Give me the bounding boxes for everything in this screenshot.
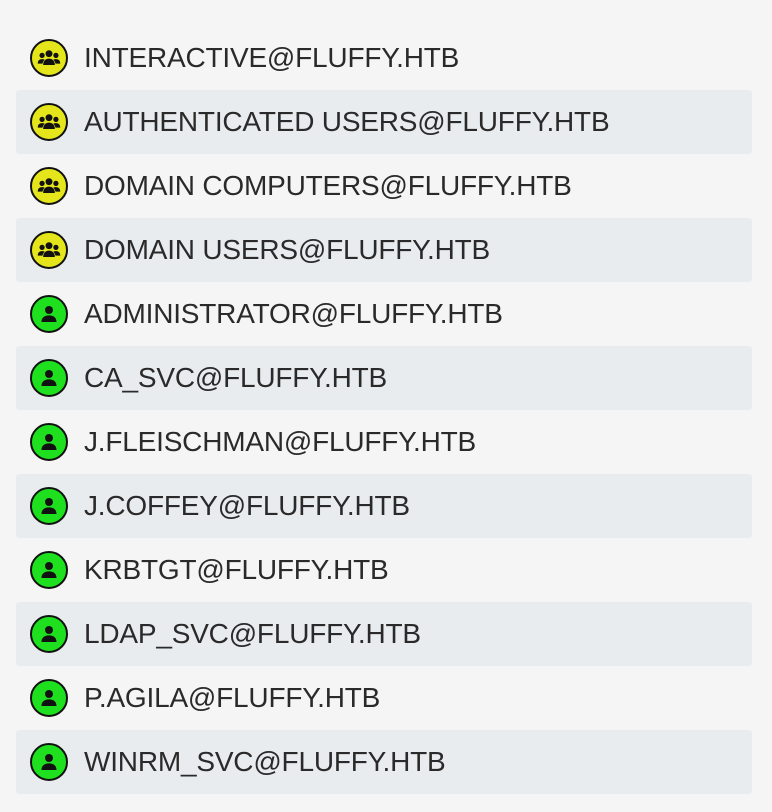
list-item-interactive[interactable]: INTERACTIVE@FLUFFY.HTB [16,26,752,90]
list-item-domain-users[interactable]: DOMAIN USERS@FLUFFY.HTB [16,218,752,282]
node-label: INTERACTIVE@FLUFFY.HTB [84,42,460,73]
node-label: CA_SVC@FLUFFY.HTB [84,362,388,393]
node-label: P.AGILA@FLUFFY.HTB [84,682,381,713]
list-item-domain-computers[interactable]: DOMAIN COMPUTERS@FLUFFY.HTB [16,154,752,218]
node-label: DOMAIN COMPUTERS@FLUFFY.HTB [84,170,572,201]
list-item-authenticated-users[interactable]: AUTHENTICATED USERS@FLUFFY.HTB [16,90,752,154]
node-label: LDAP_SVC@FLUFFY.HTB [84,618,421,649]
list-item-p-agila[interactable]: P.AGILA@FLUFFY.HTB [16,666,752,730]
list-item-administrator[interactable]: ADMINISTRATOR@FLUFFY.HTB [16,282,752,346]
list-item-winrm-svc[interactable]: WINRM_SVC@FLUFFY.HTB [16,730,752,794]
node-label: J.COFFEY@FLUFFY.HTB [84,490,410,521]
node-label: WINRM_SVC@FLUFFY.HTB [84,746,446,777]
list-item-j-fleischman[interactable]: J.FLEISCHMAN@FLUFFY.HTB [16,410,752,474]
group-icon [30,167,68,205]
group-icon [30,231,68,269]
list-item-krbtgt[interactable]: KRBTGT@FLUFFY.HTB [16,538,752,602]
user-icon [30,679,68,717]
user-icon [30,487,68,525]
user-icon [30,423,68,461]
node-label: AUTHENTICATED USERS@FLUFFY.HTB [84,106,610,137]
node-label: DOMAIN USERS@FLUFFY.HTB [84,234,491,265]
node-label: J.FLEISCHMAN@FLUFFY.HTB [84,426,477,457]
node-list: INTERACTIVE@FLUFFY.HTB AUTHENTICATED USE… [16,26,752,794]
node-label: KRBTGT@FLUFFY.HTB [84,554,389,585]
list-item-j-coffey[interactable]: J.COFFEY@FLUFFY.HTB [16,474,752,538]
user-icon [30,295,68,333]
node-label: ADMINISTRATOR@FLUFFY.HTB [84,298,503,329]
group-icon [30,39,68,77]
user-icon [30,551,68,589]
list-item-ldap-svc[interactable]: LDAP_SVC@FLUFFY.HTB [16,602,752,666]
group-icon [30,103,68,141]
list-item-ca-svc[interactable]: CA_SVC@FLUFFY.HTB [16,346,752,410]
user-icon [30,743,68,781]
user-icon [30,615,68,653]
user-icon [30,359,68,397]
